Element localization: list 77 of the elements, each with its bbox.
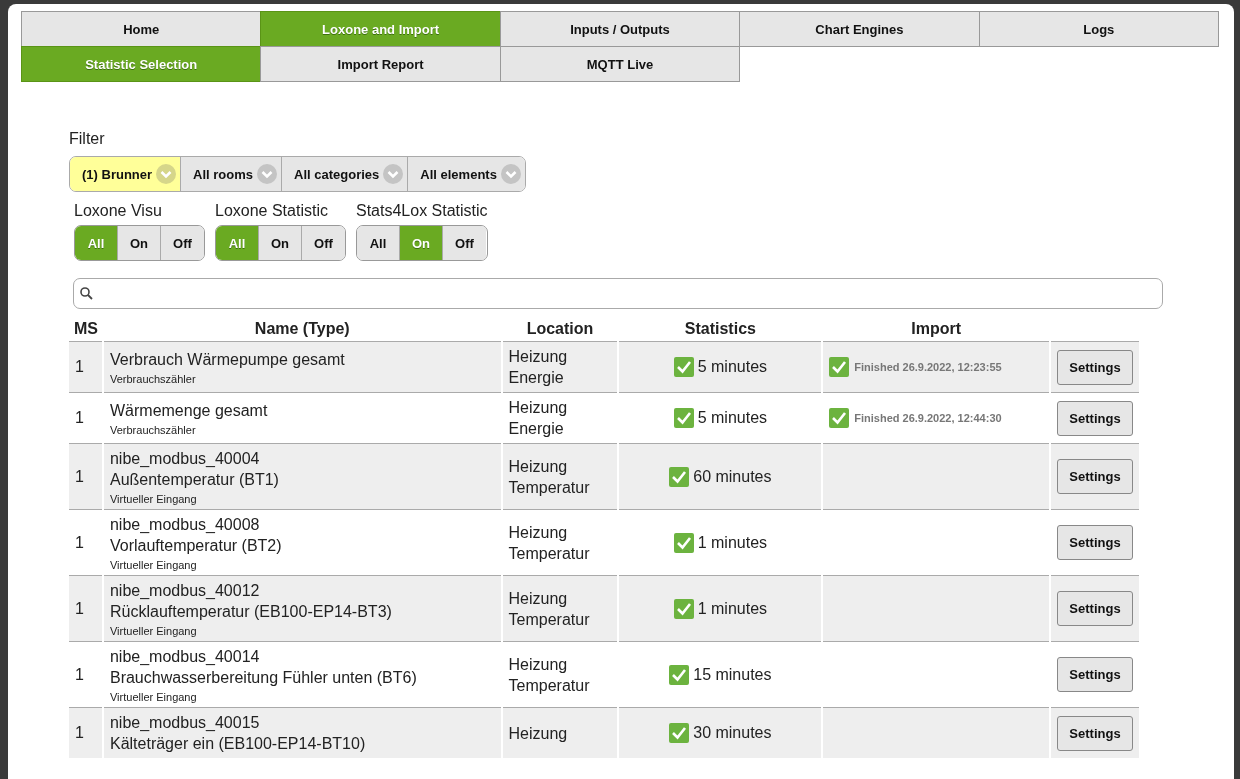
location-text: Heizung bbox=[508, 398, 569, 418]
location-text: Heizung bbox=[508, 723, 569, 744]
table-cell: 1 bbox=[75, 665, 84, 683]
element-name: nibe_modbus_40008 bbox=[109, 515, 261, 535]
column-header: Location bbox=[526, 320, 594, 337]
element-type: Virtueller Eingang bbox=[109, 691, 198, 703]
settings-button[interactable]: Settings bbox=[1057, 715, 1133, 751]
location-text: Heizung bbox=[508, 588, 569, 609]
toggle-option[interactable]: Off bbox=[302, 226, 345, 260]
interval-text: 5 minutes bbox=[697, 409, 768, 427]
table-cell: 1 bbox=[75, 533, 84, 551]
interval-text: 30 minutes bbox=[693, 724, 772, 742]
interval-text: 5 minutes bbox=[697, 358, 768, 376]
interval-text: 15 minutes bbox=[693, 665, 772, 684]
settings-button[interactable]: Settings bbox=[1057, 349, 1133, 385]
interval-text: 1 minutes bbox=[697, 599, 768, 618]
toggle-option[interactable]: Off bbox=[161, 226, 204, 260]
element-type: Virtueller Eingang bbox=[109, 493, 198, 505]
location-text: Temperatur bbox=[508, 609, 591, 630]
toggle-label: Stats4Lox Statistic bbox=[356, 202, 488, 220]
import-status: Finished 26.9.2022, 12:23:55 bbox=[854, 361, 1002, 373]
table-cell: 1 bbox=[75, 724, 84, 741]
element-name: nibe_modbus_40012 bbox=[109, 581, 261, 601]
location-text: Heizung bbox=[508, 522, 569, 543]
column-header: MS bbox=[74, 320, 98, 337]
element-name: Außentemperatur (BT1) bbox=[109, 470, 280, 490]
table-cell: 1 bbox=[75, 467, 84, 485]
column-header: Name (Type) bbox=[254, 320, 350, 337]
element-name: nibe_modbus_40004 bbox=[109, 449, 261, 469]
location-text: Heizung bbox=[508, 456, 569, 477]
location-text: Heizung bbox=[508, 347, 569, 367]
location-text: Heizung bbox=[508, 654, 569, 675]
location-text: Temperatur bbox=[508, 675, 591, 696]
element-name: Vorlauftemperatur (BT2) bbox=[109, 536, 283, 556]
element-type: Virtueller Eingang bbox=[109, 559, 198, 571]
toggle-option[interactable]: On bbox=[259, 226, 302, 260]
element-name: Verbrauch Wärmepumpe gesamt bbox=[109, 350, 346, 370]
nav-tab[interactable]: Import Report bbox=[260, 46, 501, 82]
toggle-option[interactable]: On bbox=[118, 226, 161, 260]
toggle-label: Loxone Statistic bbox=[215, 202, 329, 220]
import-status: Finished 26.9.2022, 12:44:30 bbox=[854, 412, 1002, 424]
nav-tab[interactable]: Chart Engines bbox=[739, 11, 980, 47]
settings-button[interactable]: Settings bbox=[1057, 525, 1133, 560]
nav-tab[interactable]: Home bbox=[21, 11, 262, 47]
element-name: nibe_modbus_40014 bbox=[109, 647, 261, 667]
filter-label: Filter bbox=[69, 130, 106, 148]
location-text: Energie bbox=[508, 368, 565, 388]
element-name: Rücklauftemperatur (EB100-EP14-BT3) bbox=[109, 602, 393, 622]
location-text: Energie bbox=[508, 419, 565, 439]
column-header: Import bbox=[911, 320, 961, 337]
column-header: Statistics bbox=[684, 320, 756, 337]
location-text: Temperatur bbox=[508, 543, 591, 564]
toggle-label: Loxone Visu bbox=[74, 202, 163, 220]
interval-text: 1 minutes bbox=[697, 533, 768, 552]
search-icon bbox=[80, 287, 93, 300]
table-cell: 1 bbox=[75, 358, 84, 375]
table-cell: 1 bbox=[75, 409, 84, 426]
settings-button[interactable]: Settings bbox=[1057, 459, 1133, 494]
nav-tab[interactable]: MQTT Live bbox=[499, 46, 741, 82]
element-type: Verbrauchszähler bbox=[109, 424, 197, 436]
settings-button[interactable]: Settings bbox=[1057, 400, 1133, 436]
interval-text: 60 minutes bbox=[693, 467, 772, 486]
location-text: Temperatur bbox=[508, 477, 591, 498]
search-field[interactable] bbox=[73, 278, 1163, 309]
toggle-option[interactable]: Off bbox=[443, 226, 486, 260]
element-name: Wärmemenge gesamt bbox=[109, 401, 269, 421]
nav-tab[interactable]: Logs bbox=[978, 11, 1219, 47]
element-type: Virtueller Eingang bbox=[109, 625, 198, 637]
element-name: Kälteträger ein (EB100-EP14-BT10) bbox=[109, 734, 367, 754]
settings-button[interactable]: Settings bbox=[1057, 591, 1133, 626]
nav-tab[interactable]: Inputs / Outputs bbox=[499, 11, 741, 47]
settings-button[interactable]: Settings bbox=[1057, 657, 1133, 692]
element-name: nibe_modbus_40015 bbox=[109, 713, 261, 733]
element-type: Verbrauchszähler bbox=[109, 373, 197, 385]
toggle-option[interactable]: All bbox=[357, 226, 400, 260]
element-name: Brauchwasserbereitung Fühler unten (BT6) bbox=[109, 668, 418, 688]
table-cell: 1 bbox=[75, 599, 84, 617]
